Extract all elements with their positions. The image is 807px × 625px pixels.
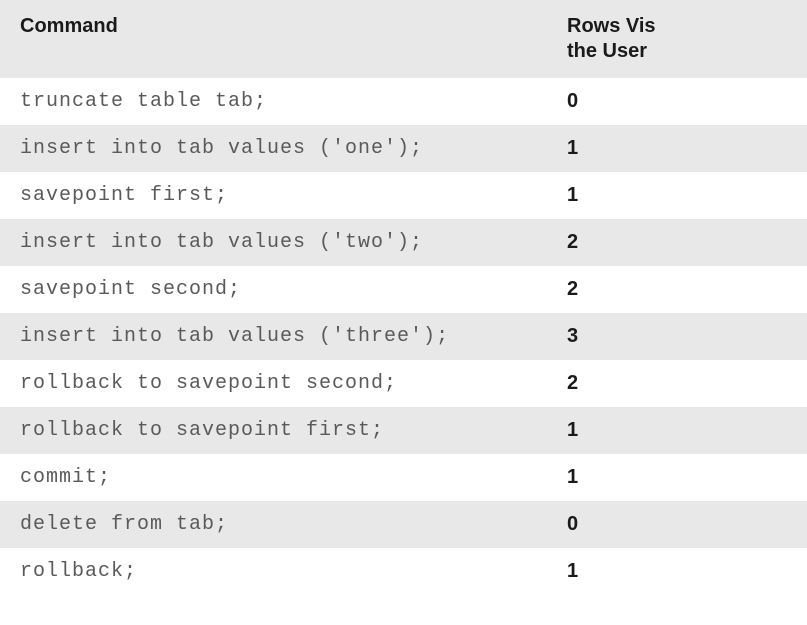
command-cell: savepoint first; (0, 172, 547, 219)
value-cell: 0 (547, 501, 807, 548)
table-row: rollback; 1 (0, 548, 807, 595)
table-row: savepoint first; 1 (0, 172, 807, 219)
table-body: truncate table tab; 0 insert into tab va… (0, 78, 807, 595)
value-cell: 2 (547, 360, 807, 407)
header-command: Command (0, 0, 547, 78)
command-cell: insert into tab values ('one'); (0, 125, 547, 172)
command-cell: rollback to savepoint first; (0, 407, 547, 454)
header-rows-visible: Rows Vis the User (547, 0, 807, 78)
table-row: savepoint second; 2 (0, 266, 807, 313)
header-rows-visible-line2: the User (567, 40, 647, 62)
command-cell: insert into tab values ('three'); (0, 313, 547, 360)
command-cell: truncate table tab; (0, 78, 547, 125)
value-cell: 1 (547, 548, 807, 595)
sql-transaction-table: Command Rows Vis the User truncate table… (0, 0, 807, 595)
value-cell: 0 (547, 78, 807, 125)
value-cell: 1 (547, 172, 807, 219)
command-cell: rollback; (0, 548, 547, 595)
header-rows-visible-line1: Rows Vis (567, 15, 656, 37)
table-row: truncate table tab; 0 (0, 78, 807, 125)
table-row: rollback to savepoint second; 2 (0, 360, 807, 407)
table-row: commit; 1 (0, 454, 807, 501)
value-cell: 1 (547, 454, 807, 501)
command-cell: insert into tab values ('two'); (0, 219, 547, 266)
header-command-label: Command (20, 15, 118, 37)
command-cell: commit; (0, 454, 547, 501)
table-row: insert into tab values ('two'); 2 (0, 219, 807, 266)
value-cell: 3 (547, 313, 807, 360)
table-row: insert into tab values ('three'); 3 (0, 313, 807, 360)
value-cell: 2 (547, 266, 807, 313)
command-cell: savepoint second; (0, 266, 547, 313)
table-row: delete from tab; 0 (0, 501, 807, 548)
table-row: insert into tab values ('one'); 1 (0, 125, 807, 172)
value-cell: 1 (547, 125, 807, 172)
value-cell: 1 (547, 407, 807, 454)
command-cell: delete from tab; (0, 501, 547, 548)
value-cell: 2 (547, 219, 807, 266)
command-cell: rollback to savepoint second; (0, 360, 547, 407)
table-header-row: Command Rows Vis the User (0, 0, 807, 78)
table-row: rollback to savepoint first; 1 (0, 407, 807, 454)
